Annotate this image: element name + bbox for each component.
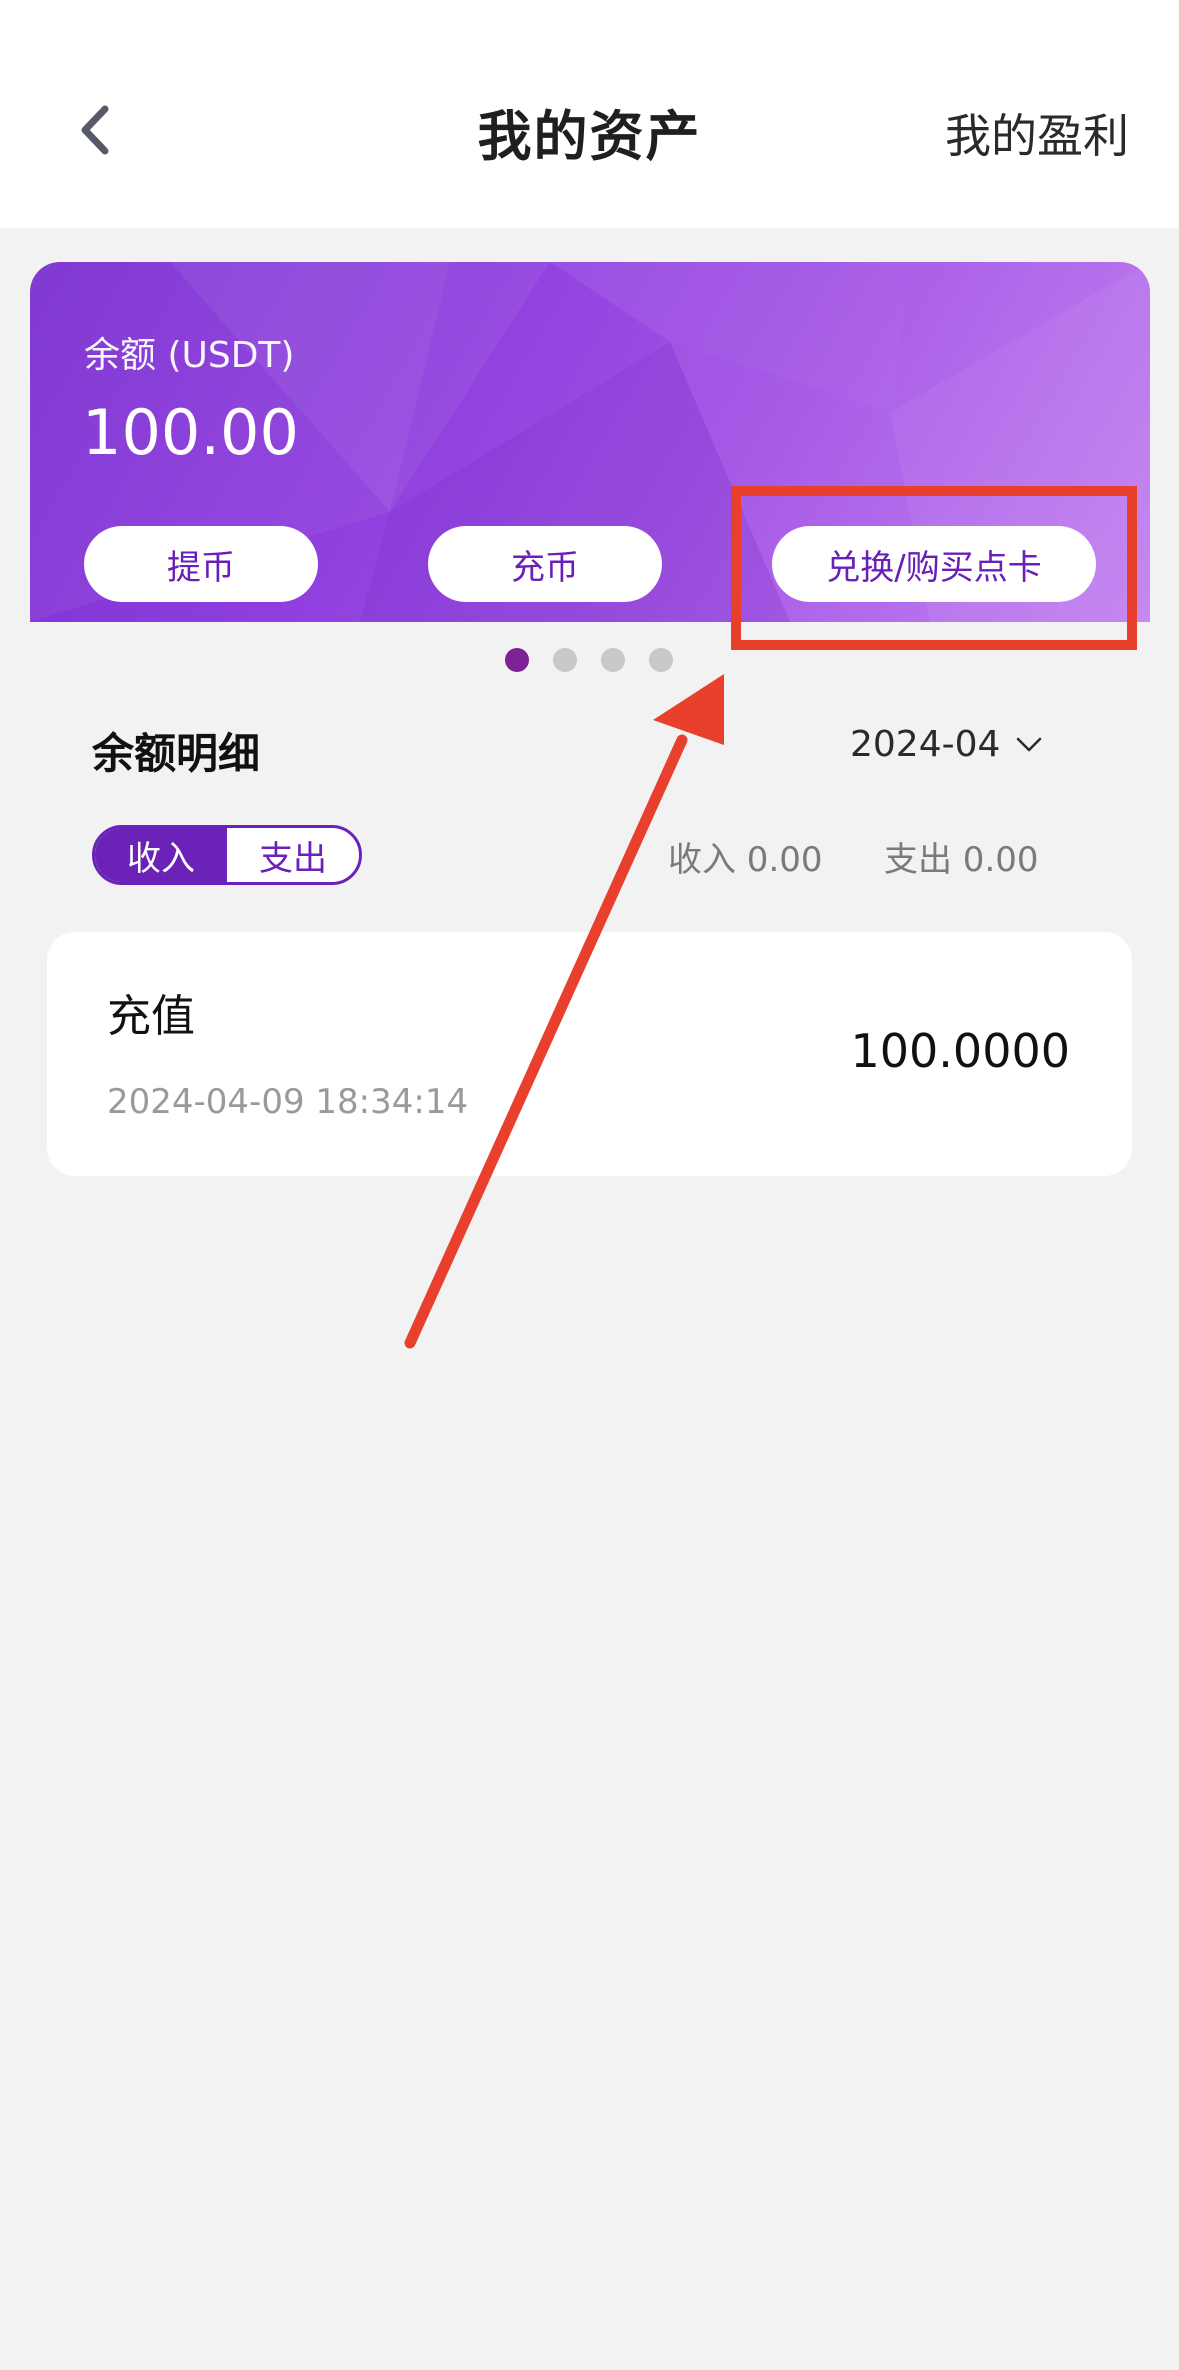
asset-page: 我的资产 我的盈利 余额 (USDT) 100.00 提币 充币 兑换/购买点卡… [0,0,1179,2370]
arrow-annotation-icon [404,674,724,1349]
